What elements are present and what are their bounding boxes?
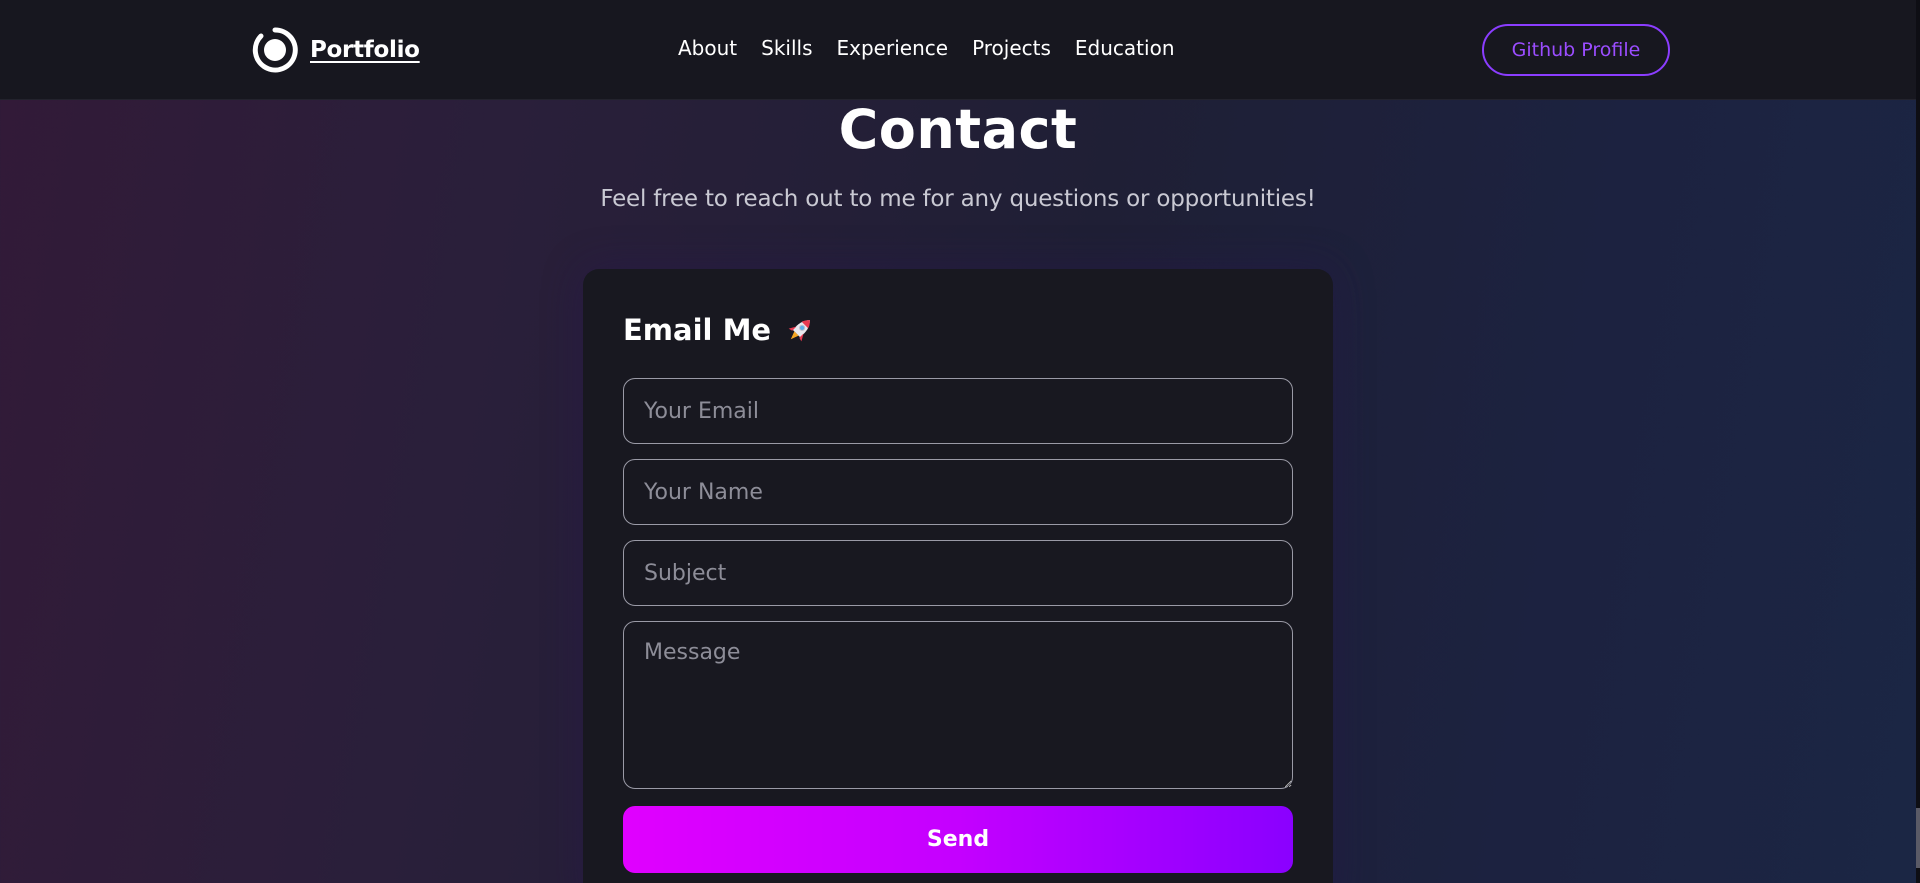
form-title: Email Me: [623, 313, 817, 347]
subject-field[interactable]: [623, 540, 1293, 606]
scrollbar-thumb[interactable]: [1916, 808, 1920, 868]
form-title-text: Email Me: [623, 313, 772, 347]
contact-description: Feel free to reach out to me for any que…: [600, 186, 1316, 212]
nav-links: About Skills Experience Projects Educati…: [678, 36, 1175, 60]
contact-form-card: Email Me Send: [583, 269, 1333, 883]
page-scrollbar[interactable]: [1916, 0, 1920, 883]
rocket-icon: [788, 320, 811, 342]
logo-link[interactable]: Portfolio: [252, 26, 420, 74]
logo-text: Portfolio: [310, 37, 420, 63]
message-field[interactable]: [623, 621, 1293, 789]
nav-link-education[interactable]: Education: [1075, 36, 1175, 60]
nav-link-about[interactable]: About: [678, 36, 737, 60]
nav-link-skills[interactable]: Skills: [761, 36, 812, 60]
nav-link-projects[interactable]: Projects: [972, 36, 1051, 60]
github-profile-button[interactable]: Github Profile: [1482, 24, 1670, 76]
nav-link-experience[interactable]: Experience: [837, 36, 949, 60]
name-field[interactable]: [623, 459, 1293, 525]
send-button[interactable]: Send: [623, 806, 1293, 873]
logo-icon: [252, 27, 298, 73]
navbar: Portfolio About Skills Experience Projec…: [0, 0, 1920, 100]
contact-title: Contact: [838, 98, 1078, 161]
email-field[interactable]: [623, 378, 1293, 444]
